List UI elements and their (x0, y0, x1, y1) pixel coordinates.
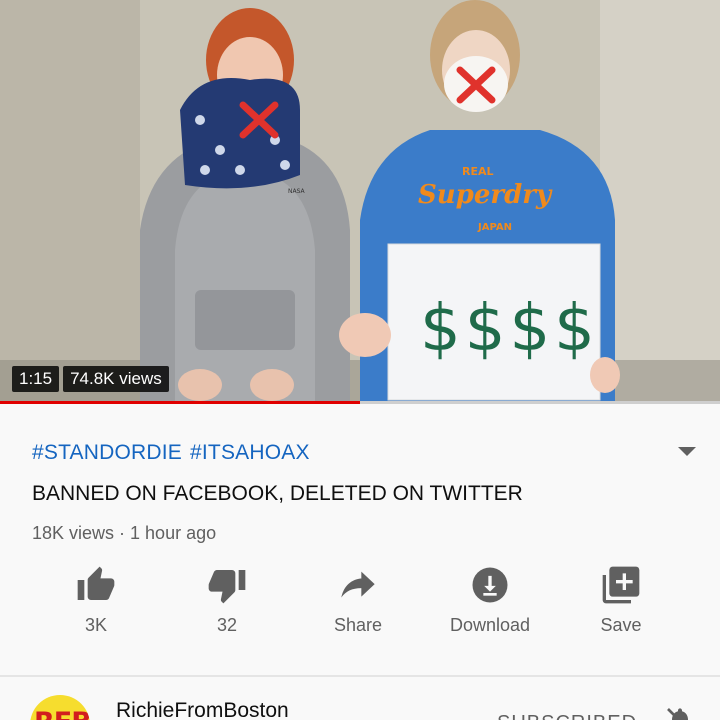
progress-fill (0, 401, 360, 404)
video-title: BANNED ON FACEBOOK, DELETED ON TWITTER (32, 482, 523, 505)
sign-text: $$$$ (420, 292, 599, 366)
notification-bell-icon[interactable] (664, 705, 696, 720)
like-count: 3K (84, 615, 108, 635)
expand-description-icon[interactable] (678, 447, 696, 456)
video-badges: 1:15 74.8K views (12, 366, 169, 392)
download-label: Download (449, 615, 531, 635)
playlist-add-icon (602, 566, 640, 604)
shirt-text-brand: Superdry (418, 180, 553, 210)
progress-bar[interactable] (0, 401, 720, 404)
nasa-logo: NASA (288, 188, 306, 195)
avatar-logo-text: RFB (34, 707, 90, 720)
video-player[interactable]: NASA REAL Superdry JAPAN $$$$ 1:15 74.8K… (0, 0, 720, 404)
save-label: Save (600, 615, 642, 635)
shirt-text-real: REAL (462, 165, 494, 178)
action-bar: 3K 32 Share Download Save (0, 565, 720, 645)
thumbs-down-icon (208, 570, 246, 604)
video-info: #STANDORDIE #ITSAHOAX BANNED ON FACEBOOK,… (0, 405, 720, 675)
share-icon (341, 571, 375, 598)
save-button[interactable]: Save (561, 565, 681, 636)
channel-name[interactable]: RichieFromBoston (116, 699, 289, 720)
channel-row: RFB RichieFromBoston SUBSCRIBED (0, 677, 720, 720)
hashtags: #STANDORDIE #ITSAHOAX (32, 441, 318, 465)
video-meta: 18K views · 1 hour ago (32, 523, 217, 543)
like-button[interactable]: 3K (36, 565, 156, 636)
shirt-text-japan: JAPAN (477, 222, 512, 233)
download-icon (472, 567, 508, 603)
timestamp-badge: 1:15 (12, 366, 60, 392)
video-frame: NASA REAL Superdry JAPAN $$$$ (0, 0, 720, 404)
share-button[interactable]: Share (298, 565, 418, 636)
hashtag-link[interactable]: #STANDORDIE (32, 441, 182, 464)
thumbs-up-icon (77, 566, 115, 600)
dislike-count: 32 (216, 615, 238, 635)
channel-avatar[interactable]: RFB (30, 695, 90, 720)
dislike-button[interactable]: 32 (167, 565, 287, 636)
hashtag-link[interactable]: #ITSAHOAX (190, 441, 310, 464)
download-button[interactable]: Download (430, 565, 550, 636)
share-label: Share (333, 615, 383, 635)
views-badge: 74.8K views (63, 366, 169, 392)
subscribed-button[interactable]: SUBSCRIBED (497, 712, 637, 720)
